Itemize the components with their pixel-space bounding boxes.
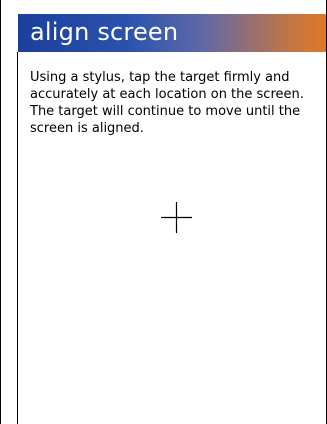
align-screen-window: align screen Using a stylus, tap the tar… xyxy=(0,0,327,424)
content-divider xyxy=(17,52,18,424)
page-title: align screen xyxy=(30,18,179,46)
instructions-text: Using a stylus, tap the target firmly an… xyxy=(30,70,304,136)
crosshair-graphic xyxy=(161,202,192,233)
crosshair-icon[interactable] xyxy=(161,202,192,233)
title-bar: align screen xyxy=(18,14,326,52)
